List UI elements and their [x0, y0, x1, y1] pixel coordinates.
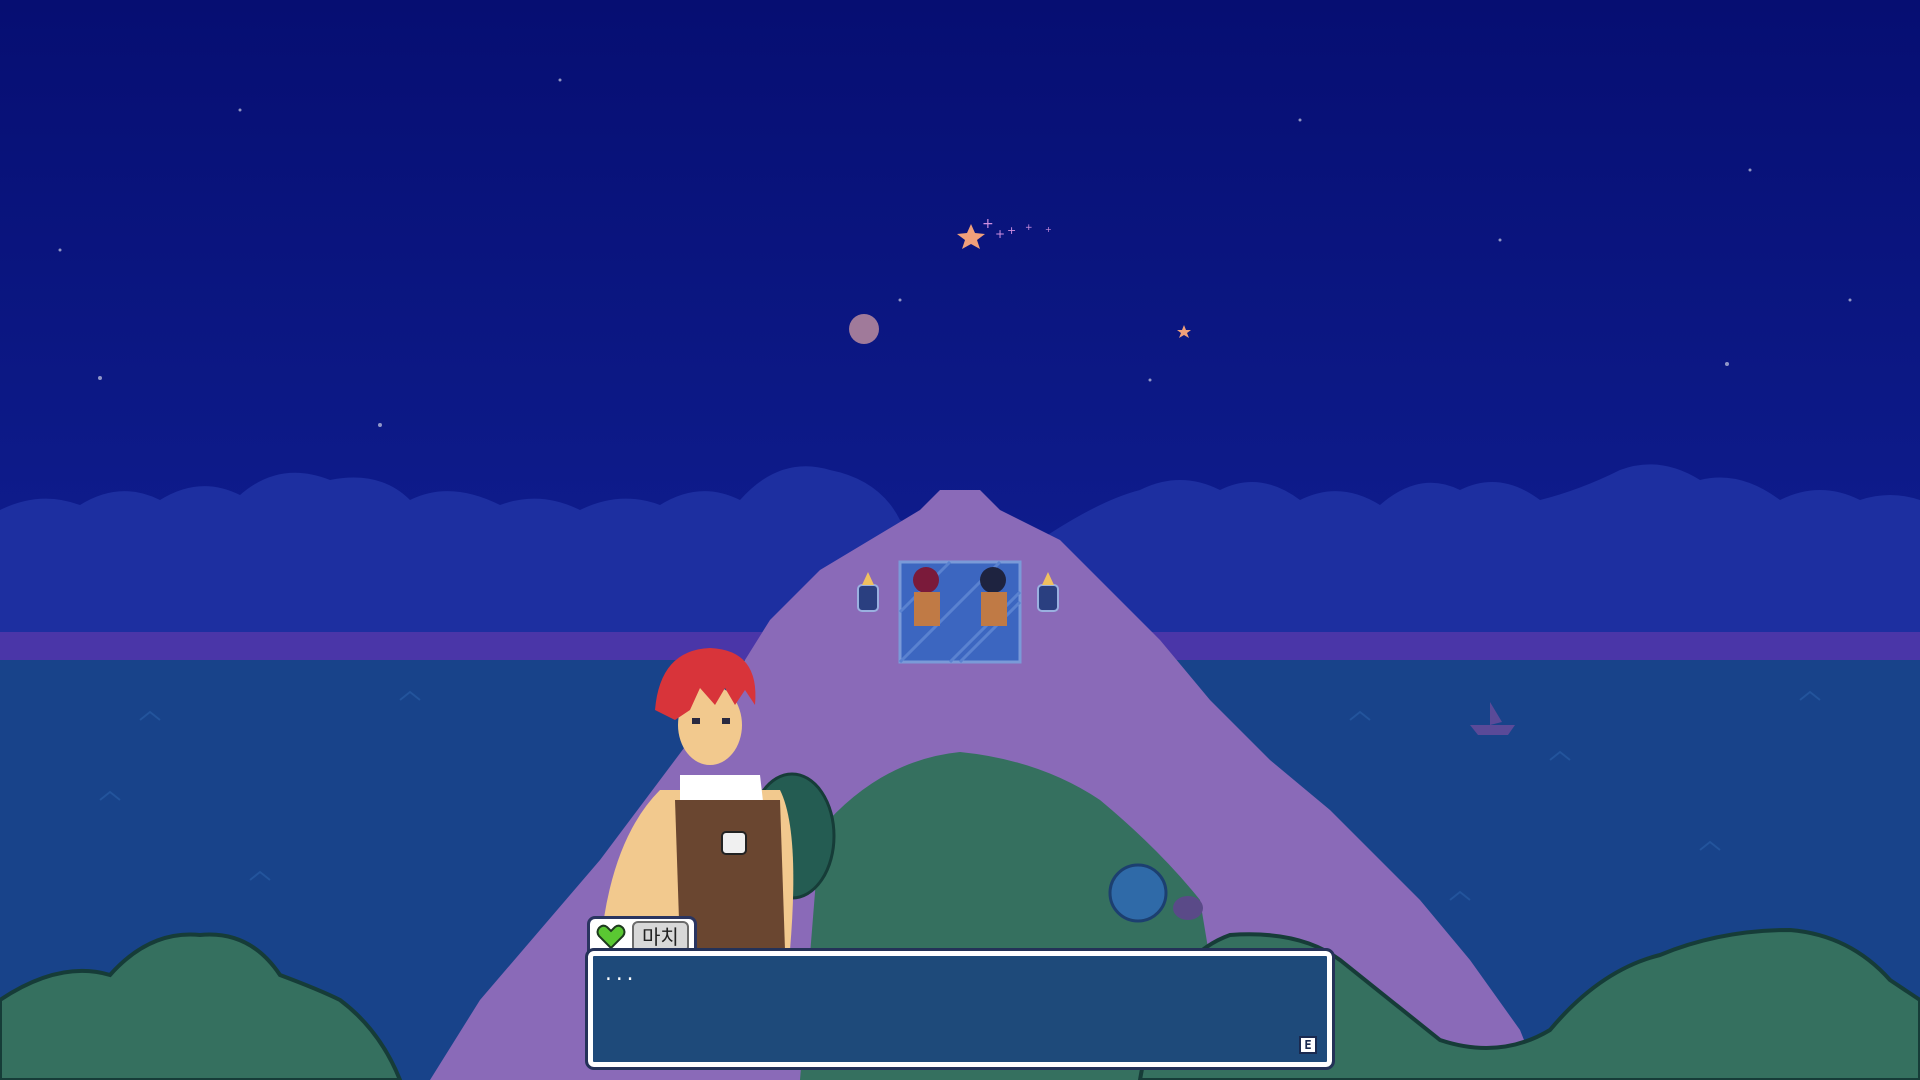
moon: [849, 314, 879, 344]
dialog-text: ...: [603, 964, 636, 985]
svg-text:+: +: [995, 227, 1005, 241]
svg-text:+: +: [1025, 223, 1033, 233]
blue-bush: [1108, 863, 1168, 923]
dialog-box[interactable]: ... E: [585, 948, 1335, 1070]
svg-text:+: +: [1007, 224, 1016, 237]
green-heart-icon: [596, 924, 626, 949]
scene-canvas: + + + + +: [0, 0, 1920, 1080]
speaker-name: 마치: [632, 920, 689, 953]
night-hill-scene: + + + + +: [0, 0, 1920, 1080]
rock: [1173, 896, 1203, 920]
svg-text:+: +: [982, 216, 994, 232]
advance-key-button[interactable]: E: [1299, 1036, 1317, 1054]
svg-text:+: +: [1045, 225, 1052, 234]
speaker-nameplate: 마치: [587, 916, 697, 954]
